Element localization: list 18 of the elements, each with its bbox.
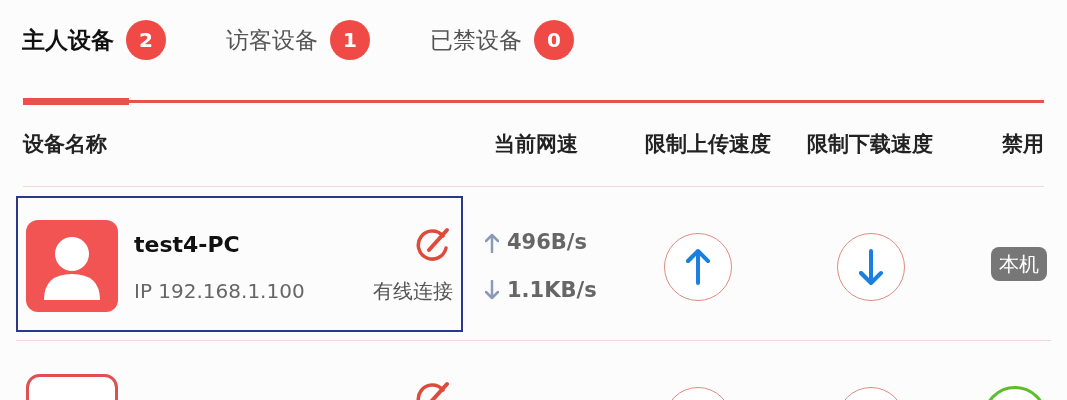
column-header: 设备名称 bbox=[23, 130, 108, 158]
column-header: 限制上传速度 bbox=[643, 130, 772, 158]
count-badge: 2 bbox=[126, 20, 166, 60]
count-badge: 0 bbox=[534, 20, 574, 60]
download-speed: 1.1KB/s bbox=[507, 276, 597, 304]
column-header: 当前网速 bbox=[493, 130, 579, 158]
device-tab[interactable]: 已禁设备 0 bbox=[430, 20, 574, 60]
device-tab[interactable]: 访客设备 1 bbox=[226, 20, 370, 60]
ip-address: IP 192.168.1.100 bbox=[134, 278, 305, 305]
device-name: test4-PC bbox=[134, 230, 240, 259]
device-card[interactable]: test4-PC IP 192.168.1.100 有线连接 bbox=[16, 196, 463, 332]
column-header: 禁用 bbox=[1001, 130, 1044, 158]
connection-type: 有线连接 bbox=[373, 278, 453, 305]
local-device-badge: 本机 bbox=[991, 246, 1047, 281]
column-header: 限制下载速度 bbox=[806, 130, 934, 158]
count-badge: 1 bbox=[330, 20, 370, 60]
device-tab[interactable]: 主人设备 2 bbox=[22, 20, 166, 60]
upload-speed: 496B/s bbox=[507, 229, 587, 256]
